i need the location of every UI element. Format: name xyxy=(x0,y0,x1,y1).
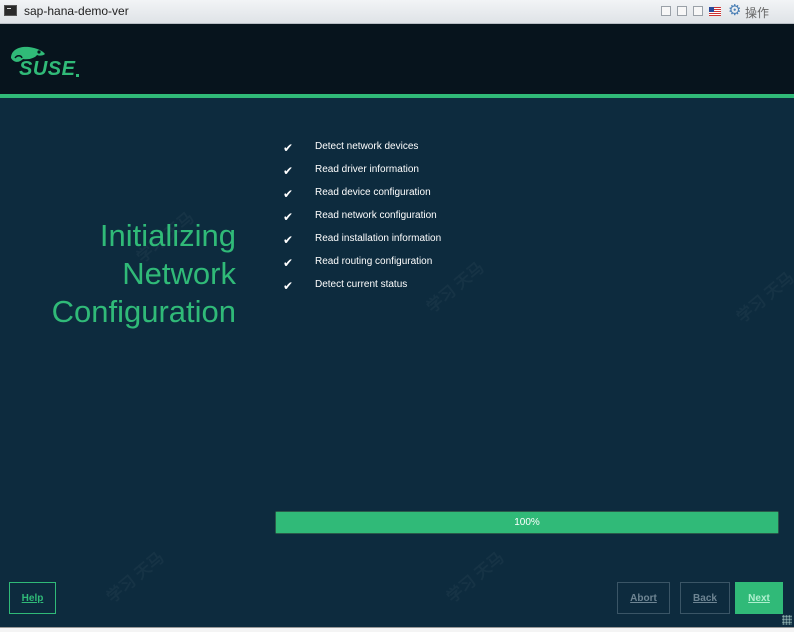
maximize-icon[interactable] xyxy=(693,6,703,16)
checkmark-icon: ✔ xyxy=(283,187,294,201)
gear-icon[interactable]: ⚙ xyxy=(728,3,741,19)
page-title-line: Network xyxy=(122,256,236,291)
task-label: Detect network devices xyxy=(315,141,419,152)
us-flag-icon[interactable] xyxy=(709,7,721,16)
checkmark-icon: ✔ xyxy=(283,141,294,155)
task-label: Read driver information xyxy=(315,164,419,175)
minimize-icon[interactable] xyxy=(661,6,671,16)
operations-menu[interactable]: 操作 xyxy=(745,4,769,21)
window-titlebar: sap-hana-demo-ver ⚙ 操作 xyxy=(0,0,794,24)
logo-dot xyxy=(76,74,79,77)
terminal-icon xyxy=(4,5,17,16)
suse-logo: SUSE xyxy=(19,58,76,80)
page-title-line: Configuration xyxy=(51,294,236,329)
help-button[interactable]: Help xyxy=(9,582,56,614)
installer-window: SUSE 学习 天马 学习 天马 学习 天马 学习 天马 学习 天马 Initi… xyxy=(0,24,794,627)
header-accent-line xyxy=(0,94,794,98)
window-title: sap-hana-demo-ver xyxy=(24,4,129,18)
page-title: Initializing Network Configuration xyxy=(0,217,236,331)
restore-icon[interactable] xyxy=(677,6,687,16)
task-label: Read network configuration xyxy=(315,210,437,221)
progress-bar: 100% xyxy=(275,511,779,534)
task-label: Read device configuration xyxy=(315,187,431,198)
progress-label: 100% xyxy=(514,517,540,528)
checkmark-icon: ✔ xyxy=(283,233,294,247)
watermark: 学习 天马 xyxy=(440,545,508,607)
task-label: Read routing configuration xyxy=(315,256,433,267)
checkmark-icon: ✔ xyxy=(283,256,294,270)
header-bar: SUSE xyxy=(0,24,794,94)
abort-button[interactable]: Abort xyxy=(617,582,670,614)
checkmark-icon: ✔ xyxy=(283,164,294,178)
back-button[interactable]: Back xyxy=(680,582,730,614)
checkmark-icon: ✔ xyxy=(283,210,294,224)
task-label: Detect current status xyxy=(315,279,408,290)
desktop-strip xyxy=(0,627,794,632)
task-label: Read installation information xyxy=(315,233,442,244)
checkmark-icon: ✔ xyxy=(283,279,294,293)
page-title-line: Initializing xyxy=(99,218,236,253)
resize-grip-icon[interactable] xyxy=(782,615,792,625)
next-button[interactable]: Next xyxy=(735,582,783,614)
watermark: 学习 天马 xyxy=(100,545,168,607)
watermark: 学习 天马 xyxy=(730,265,794,327)
